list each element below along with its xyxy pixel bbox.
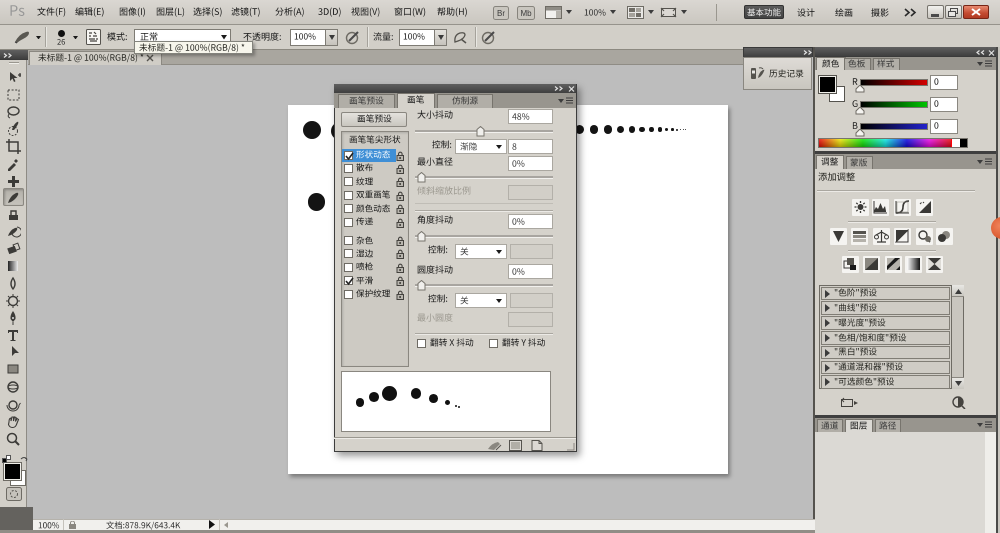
svg-text:Br: Br <box>497 9 505 18</box>
svg-text:Mb: Mb <box>520 9 532 18</box>
